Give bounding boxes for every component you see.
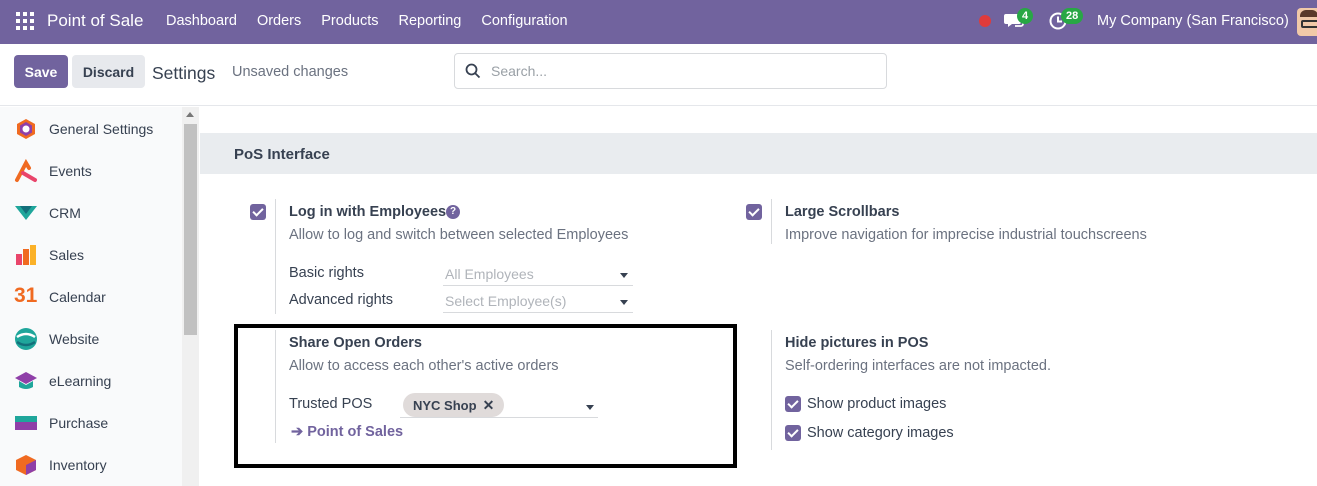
user-avatar[interactable]	[1297, 8, 1317, 36]
sidebar-scrollbar-thumb[interactable]	[184, 124, 197, 335]
sidebar-item-general-settings[interactable]: General Settings	[0, 108, 182, 150]
elearning-icon	[15, 372, 37, 389]
general-settings-icon	[17, 119, 35, 139]
menu-dashboard[interactable]: Dashboard	[166, 13, 237, 29]
discard-button[interactable]: Discard	[72, 55, 145, 88]
inventory-icon	[16, 455, 36, 475]
login-employees-title: Log in with Employees	[289, 204, 447, 220]
basic-rights-label: Basic rights	[289, 265, 364, 281]
sidebar-item-label: Calendar	[49, 289, 106, 305]
app-name[interactable]: Point of Sale	[47, 11, 143, 31]
sidebar-item-label: General Settings	[49, 121, 154, 137]
basic-rights-placeholder: All Employees	[445, 266, 534, 282]
sidebar-item-sales[interactable]: Sales	[0, 234, 182, 276]
sidebar-item-elearning[interactable]: eLearning	[0, 360, 182, 402]
sidebar-item-calendar[interactable]: 31 Calendar	[0, 276, 182, 318]
advanced-rights-label: Advanced rights	[289, 292, 393, 308]
activities-count-badge: 28	[1061, 8, 1084, 24]
large-scrollbars-desc: Improve navigation for imprecise industr…	[785, 227, 1147, 243]
unsaved-status: Unsaved changes	[232, 64, 349, 80]
sales-icon	[16, 245, 36, 265]
menu-orders[interactable]: Orders	[257, 13, 301, 29]
search-input[interactable]	[491, 60, 871, 82]
show-product-images-label: Show product images	[807, 396, 947, 412]
hide-pictures-title: Hide pictures in POS	[785, 335, 929, 351]
apps-grid-icon[interactable]	[16, 12, 34, 30]
record-indicator-icon[interactable]	[979, 15, 991, 27]
sidebar-item-label: Website	[49, 331, 100, 347]
show-category-images-label: Show category images	[807, 425, 954, 441]
page-title: Settings	[152, 63, 216, 83]
sidebar-item-label: CRM	[49, 205, 81, 221]
menu-products[interactable]: Products	[321, 13, 378, 29]
settings-sidebar: General Settings Events CRM Sales 31 Cal…	[0, 107, 199, 486]
setting-divider	[275, 199, 276, 314]
section-title: PoS Interface	[234, 146, 330, 163]
section-header: PoS Interface	[200, 133, 1317, 174]
sidebar-item-website[interactable]: Website	[0, 318, 182, 360]
sidebar-item-purchase[interactable]: Purchase	[0, 402, 182, 444]
login-employees-checkbox[interactable]	[250, 204, 266, 220]
advanced-rights-placeholder: Select Employee(s)	[445, 293, 567, 309]
main-menu: Dashboard Orders Products Reporting Conf…	[166, 13, 588, 29]
control-panel: Save Discard Settings Unsaved changes	[0, 44, 1317, 106]
sidebar-item-label: Events	[49, 163, 92, 179]
crm-icon	[15, 206, 37, 220]
events-icon	[15, 159, 37, 182]
sidebar-item-label: Purchase	[49, 415, 109, 431]
show-product-images-checkbox[interactable]	[785, 396, 801, 412]
search-box[interactable]	[454, 53, 887, 89]
help-icon[interactable]: ?	[446, 205, 460, 219]
scroll-up-arrow-icon[interactable]	[186, 112, 194, 117]
menu-reporting[interactable]: Reporting	[399, 13, 462, 29]
sidebar-item-label: eLearning	[49, 373, 112, 389]
chevron-down-icon	[620, 300, 628, 305]
company-switcher[interactable]: My Company (San Francisco)	[1097, 13, 1289, 29]
large-scrollbars-title: Large Scrollbars	[785, 204, 900, 220]
hide-pictures-desc: Self-ordering interfaces are not impacte…	[785, 358, 1051, 374]
top-navbar: Point of Sale Dashboard Orders Products …	[0, 0, 1317, 44]
sidebar-item-inventory[interactable]: Inventory	[0, 444, 182, 486]
highlight-box	[234, 324, 737, 468]
website-icon	[15, 328, 37, 350]
sidebar-item-crm[interactable]: CRM	[0, 192, 182, 234]
settings-content: PoS Interface Log in with Employees ? Al…	[200, 107, 1317, 486]
login-employees-desc: Allow to log and switch between selected…	[289, 227, 629, 243]
sidebar-item-label: Sales	[49, 247, 85, 263]
basic-rights-select[interactable]: All Employees	[443, 264, 633, 286]
purchase-icon	[15, 416, 37, 430]
messages-count-badge: 4	[1017, 8, 1034, 24]
show-category-images-checkbox[interactable]	[785, 425, 801, 441]
large-scrollbars-checkbox[interactable]	[746, 204, 762, 220]
sidebar-item-events[interactable]: Events	[0, 150, 182, 192]
chevron-down-icon	[620, 273, 628, 278]
save-button[interactable]: Save	[14, 55, 68, 88]
setting-divider	[771, 199, 772, 244]
menu-configuration[interactable]: Configuration	[481, 13, 567, 29]
calendar-icon: 31	[14, 284, 38, 307]
setting-divider	[771, 330, 772, 450]
sidebar-item-label: Inventory	[49, 457, 107, 473]
search-icon	[465, 63, 481, 79]
advanced-rights-select[interactable]: Select Employee(s)	[443, 291, 633, 313]
